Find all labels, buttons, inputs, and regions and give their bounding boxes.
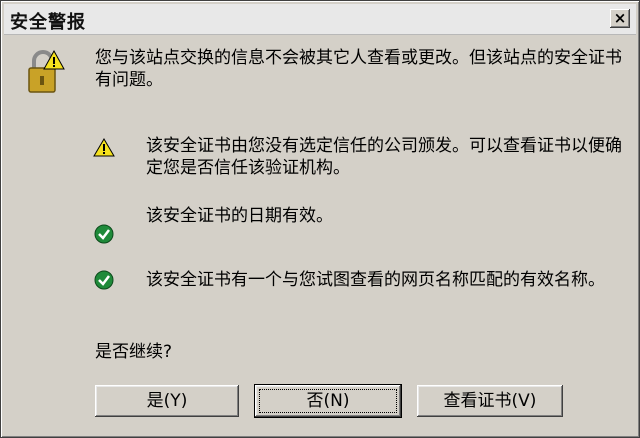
- close-icon: ×: [613, 9, 627, 27]
- no-button[interactable]: 否(N): [254, 384, 402, 418]
- cert-issuer-warning-text: 该安全证书由您没有选定信任的公司颁发。可以查看证书以便确定您是否信任该验证机构。: [146, 136, 622, 178]
- lock-warning-icon: [28, 49, 65, 93]
- close-button[interactable]: ×: [610, 9, 630, 28]
- warning-icon: [93, 138, 115, 157]
- title-bar[interactable]: 安全警报 ×: [4, 4, 636, 35]
- view-certificate-button-label: 查看证书(V): [443, 391, 537, 411]
- check-icon: [94, 224, 114, 244]
- no-button-label: 否(N): [306, 391, 350, 411]
- security-alert-dialog: 安全警报 × 您与该站点交换的信息不会被其它人查看或更改。但该站点的安全证书有问…: [0, 0, 640, 438]
- dialog-title: 安全警报: [10, 12, 86, 33]
- yes-button-label: 是(Y): [146, 391, 188, 411]
- cert-date-valid-text: 该安全证书的日期有效。: [146, 206, 333, 226]
- cert-name-valid-text: 该安全证书有一个与您试图查看的网页名称匹配的有效名称。: [146, 270, 605, 290]
- view-certificate-button[interactable]: 查看证书(V): [417, 385, 563, 417]
- continue-question: 是否继续?: [95, 342, 173, 362]
- main-message: 您与该站点交换的信息不会被其它人查看或更改。但该站点的安全证书有问题。: [95, 48, 622, 90]
- yes-button[interactable]: 是(Y): [95, 385, 239, 417]
- check-icon: [94, 270, 114, 290]
